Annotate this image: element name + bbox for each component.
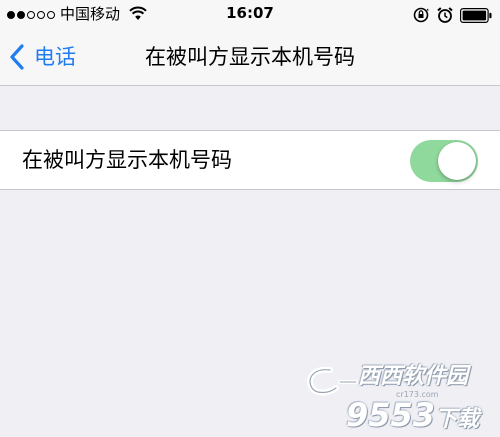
alarm-icon <box>437 7 453 23</box>
watermark-digits: 9553 <box>346 396 436 434</box>
toggle-knob <box>438 142 476 180</box>
status-bar: 中国移动 16:07 <box>0 0 500 30</box>
watermark-bottom-text: 9553下载 <box>346 398 479 437</box>
navigation-bar: 电话 在被叫方显示本机号码 <box>0 30 500 86</box>
battery-icon <box>460 7 492 23</box>
show-caller-id-label: 在被叫方显示本机号码 <box>22 148 232 172</box>
status-icons <box>412 5 492 25</box>
watermark-suffix: 下载 <box>435 407 480 432</box>
watermark-top-text: 西西软件园 <box>358 364 469 389</box>
settings-group: 在被叫方显示本机号码 <box>0 130 500 190</box>
show-caller-id-toggle[interactable] <box>410 140 478 182</box>
watermark-logo: 西西软件园 cr173.com 9553下载 <box>300 362 500 434</box>
settings-screen: 中国移动 16:07 电话 在被叫方显示本机号码 在被叫方显示本机号码 西西软件… <box>0 0 500 434</box>
page-title: 在被叫方显示本机号码 <box>145 45 355 69</box>
orientation-lock-icon <box>413 7 429 23</box>
